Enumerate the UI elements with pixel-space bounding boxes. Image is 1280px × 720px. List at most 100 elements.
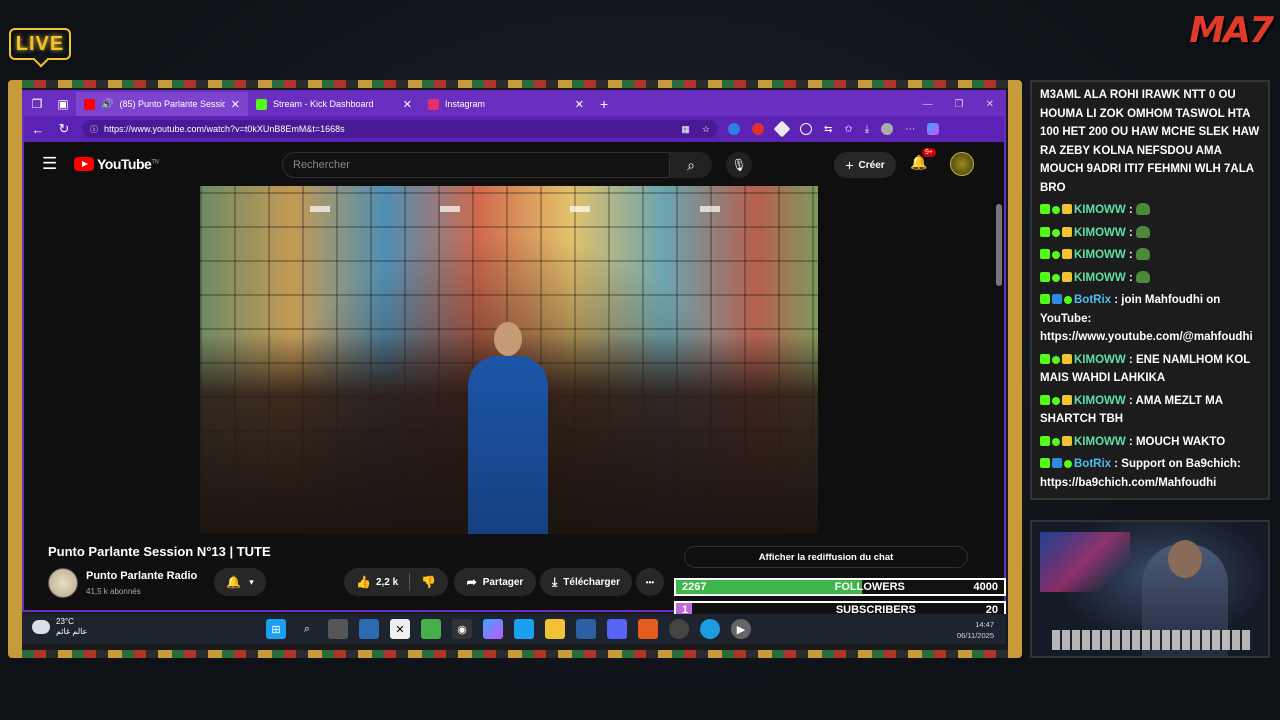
frog-emote-icon <box>1135 248 1150 260</box>
close-tab-icon[interactable]: ✕ <box>403 98 412 111</box>
app-icon[interactable] <box>421 619 441 639</box>
app-icon[interactable] <box>576 619 596 639</box>
verified-badge-icon <box>1052 396 1060 405</box>
dislike-button[interactable]: 👎 <box>421 575 436 589</box>
verified-badge-icon <box>1052 228 1060 237</box>
file-explorer-icon[interactable] <box>545 619 565 639</box>
split-screen-icon[interactable]: ⇆ <box>824 124 832 135</box>
windows-taskbar: 23°C عالم غائم ⊞ ⌕ ✕ ◉ ▶ 14:47 06/11/202… <box>22 614 1006 644</box>
obs-icon[interactable] <box>669 619 689 639</box>
region-code: TN <box>151 159 159 166</box>
workspaces-icon[interactable]: ❐ <box>24 92 50 116</box>
copilot-icon[interactable] <box>483 619 503 639</box>
minimize-icon[interactable]: — <box>923 99 933 110</box>
live-badge: LIVE <box>9 28 71 60</box>
discord-icon[interactable] <box>607 619 627 639</box>
system-clock[interactable]: 14:47 06/11/2025 <box>957 619 994 641</box>
create-label: Créer <box>858 159 885 171</box>
subscription-notifications-button[interactable]: 🔔 ▾ <box>214 568 266 596</box>
chat-username[interactable]: KIMOWW <box>1074 227 1126 239</box>
edge-icon[interactable] <box>700 619 720 639</box>
more-icon: ••• <box>645 577 655 587</box>
chat-username[interactable]: KIMOWW <box>1074 436 1126 448</box>
youtube-logo[interactable]: YouTubeTN <box>74 156 159 172</box>
chat-username[interactable]: KIMOWW <box>1074 395 1126 407</box>
chat-username[interactable]: KIMOWW <box>1074 354 1126 366</box>
profile-icon[interactable] <box>881 123 894 135</box>
youtube-favicon-icon <box>84 98 95 110</box>
download-button[interactable]: ⤓ Télécharger <box>540 568 632 596</box>
tab-bar: ❐ ▣ 🔊 (85) Punto Parlante Session N ✕ St… <box>24 92 1004 116</box>
channel-name[interactable]: Punto Parlante Radio <box>86 570 197 582</box>
download-icon[interactable]: ⤓ <box>865 124 869 135</box>
search-input[interactable]: Rechercher <box>282 152 670 178</box>
site-info-icon[interactable]: ⓘ <box>90 124 98 135</box>
reader-view-icon[interactable]: ▦ <box>681 124 690 135</box>
favorite-star-icon[interactable]: ☆ <box>702 124 710 135</box>
user-avatar[interactable] <box>950 152 974 176</box>
close-window-icon[interactable]: ✕ <box>986 99 994 110</box>
subscriber-badge-icon <box>1062 226 1072 237</box>
instagram-favicon-icon <box>428 98 439 110</box>
tab-actions-icon[interactable]: ▣ <box>50 92 76 116</box>
start-icon[interactable]: ⊞ <box>266 619 286 639</box>
youtube-wordmark: YouTube <box>97 156 152 172</box>
media-player-icon[interactable]: ▶ <box>731 619 751 639</box>
page-scrollbar[interactable] <box>996 204 1002 286</box>
verified-badge-icon <box>1052 251 1060 259</box>
search-icon[interactable]: ⌕ <box>297 619 317 639</box>
refresh-icon[interactable]: ↻ <box>56 121 72 137</box>
kick-badge-icon <box>1040 353 1050 364</box>
maximize-icon[interactable]: ❐ <box>955 99 964 110</box>
url-field[interactable]: ⓘ https://www.youtube.com/watch?v=t0kXUn… <box>82 120 718 138</box>
speaker-icon[interactable]: 🔊 <box>101 99 113 110</box>
verified-badge-icon <box>1052 355 1060 364</box>
frog-emote-icon <box>1135 225 1150 238</box>
extension-icon[interactable] <box>773 120 791 138</box>
subscriber-badge-icon <box>1062 435 1072 446</box>
back-icon[interactable]: ← <box>30 122 46 137</box>
app-icon[interactable]: ◉ <box>452 619 472 639</box>
chat-message: KIMOWW : <box>1040 224 1260 243</box>
youtube-play-icon <box>74 157 94 171</box>
subscriber-badge-icon <box>1062 271 1072 282</box>
subscribers-target: 20 <box>985 604 998 616</box>
close-tab-icon[interactable]: ✕ <box>575 98 584 111</box>
create-button[interactable]: + Créer <box>834 152 896 178</box>
tab-youtube[interactable]: 🔊 (85) Punto Parlante Session N ✕ <box>76 92 248 116</box>
favorites-icon[interactable]: ✩ <box>844 124 852 135</box>
more-actions-button[interactable]: ••• <box>636 568 664 596</box>
task-view-icon[interactable] <box>328 619 348 639</box>
frog-emote-icon <box>1135 203 1150 215</box>
like-button[interactable]: 👍 2,2 k <box>356 575 398 589</box>
app-icon[interactable] <box>514 619 534 639</box>
show-chat-replay-button[interactable]: Afficher la rediffusion du chat <box>684 546 968 568</box>
weather-widget[interactable]: 23°C عالم غائم <box>32 617 87 637</box>
share-button[interactable]: ➦ Partager <box>454 568 536 596</box>
chat-username[interactable]: KIMOWW <box>1074 249 1126 261</box>
search-button[interactable]: ⌕ <box>670 152 712 178</box>
app-icon[interactable] <box>359 619 379 639</box>
extension-icon[interactable] <box>752 123 764 135</box>
extensions-toolbar: ⇆ ✩ ⤓ ⋯ <box>728 120 940 138</box>
voice-search-button[interactable]: 🎙 <box>726 152 752 178</box>
cloud-icon <box>32 620 50 634</box>
chat-text: join Mahfoudhi on YouTube: https://www.y… <box>1040 294 1253 343</box>
tab-kick-dashboard[interactable]: Stream - Kick Dashboard ✕ <box>248 92 420 116</box>
channel-avatar[interactable] <box>48 568 78 598</box>
menu-icon[interactable]: ☰ <box>42 154 68 174</box>
new-tab-icon[interactable]: + <box>592 96 616 112</box>
chat-username[interactable]: BotRix <box>1074 294 1111 306</box>
tab-instagram[interactable]: Instagram ✕ <box>420 92 592 116</box>
chat-username[interactable]: BotRix <box>1074 458 1111 470</box>
chat-username[interactable]: KIMOWW <box>1074 272 1126 284</box>
extension-icon[interactable] <box>728 123 740 135</box>
chat-username[interactable]: KIMOWW <box>1074 204 1126 216</box>
copilot-icon[interactable] <box>927 123 940 135</box>
extensions-icon[interactable] <box>800 123 812 135</box>
close-tab-icon[interactable]: ✕ <box>231 98 240 111</box>
more-icon[interactable]: ⋯ <box>905 124 915 135</box>
app-icon[interactable]: ✕ <box>390 619 410 639</box>
brave-icon[interactable] <box>638 619 658 639</box>
video-player[interactable] <box>200 186 818 534</box>
